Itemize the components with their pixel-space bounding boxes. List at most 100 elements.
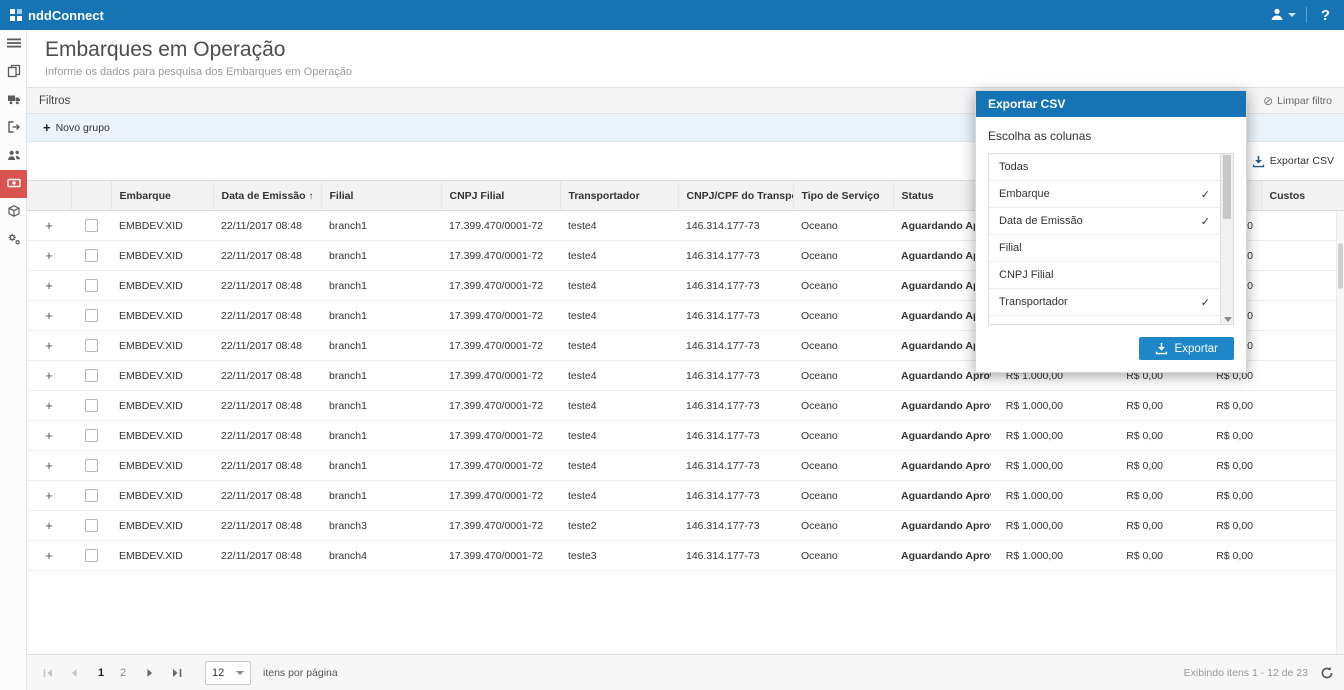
column-header[interactable]: CNPJ/CPF do Transportador — [678, 181, 793, 211]
table-cell: 146.314.177-73 — [678, 481, 793, 511]
modal-column-option[interactable]: CNPJ Filial — [989, 262, 1220, 289]
column-header[interactable]: Custos — [1261, 181, 1344, 211]
row-checkbox[interactable] — [85, 279, 98, 292]
last-page-button[interactable] — [165, 662, 187, 684]
page-size-select[interactable]: 12 — [205, 661, 251, 685]
row-expand-icon[interactable]: + — [45, 368, 53, 383]
table-cell: Oceano — [793, 451, 893, 481]
column-header[interactable]: CNPJ Filial — [441, 181, 560, 211]
vertical-scrollbar[interactable] — [1336, 211, 1344, 654]
row-expand-icon[interactable]: + — [45, 248, 53, 263]
column-header[interactable]: Embarque — [111, 181, 213, 211]
table-cell — [1261, 211, 1344, 241]
export-csv-button[interactable]: Exportar CSV — [1252, 155, 1334, 168]
modal-column-option[interactable]: Data de Emissão✓ — [989, 208, 1220, 235]
table-cell: Oceano — [793, 391, 893, 421]
table-cell: 17.399.470/0001-72 — [441, 271, 560, 301]
sidebar-item-users[interactable] — [0, 142, 27, 170]
sidebar-item-truck[interactable] — [0, 86, 27, 114]
row-checkbox[interactable] — [85, 219, 98, 232]
export-button[interactable]: Exportar — [1139, 337, 1234, 360]
table-row[interactable]: +EMBDEV.XID22/11/2017 08:48branch317.399… — [27, 511, 1344, 541]
sidebar — [0, 30, 27, 690]
row-expand-icon[interactable]: + — [45, 488, 53, 503]
row-checkbox[interactable] — [85, 309, 98, 322]
modal-scrollbar-thumb[interactable] — [1223, 155, 1231, 219]
table-cell: 22/11/2017 08:48 — [213, 361, 321, 391]
page-number[interactable]: 2 — [113, 662, 133, 684]
truck-icon — [7, 92, 21, 109]
row-expand-icon[interactable]: + — [45, 278, 53, 293]
help-button[interactable]: ? — [1317, 7, 1334, 24]
sidebar-item-settings[interactable] — [0, 226, 27, 254]
row-checkbox[interactable] — [85, 459, 98, 472]
option-label: Data de Emissão — [999, 215, 1083, 227]
clear-filter-button[interactable]: ⊘ Limpar filtro — [1263, 94, 1332, 108]
modal-column-option[interactable]: CNPJ/CPF do Transportador✓ — [989, 316, 1220, 325]
user-menu-button[interactable] — [1270, 7, 1296, 24]
table-cell: EMBDEV.XID — [111, 331, 213, 361]
modal-column-option[interactable]: Transportador✓ — [989, 289, 1220, 316]
option-label: CNPJ Filial — [999, 269, 1053, 281]
next-page-button[interactable] — [139, 662, 161, 684]
scrollbar-thumb[interactable] — [1338, 243, 1343, 289]
table-cell: R$ 0,00 — [1171, 481, 1261, 511]
table-row[interactable]: +EMBDEV.XID22/11/2017 08:48branch117.399… — [27, 451, 1344, 481]
row-checkbox[interactable] — [85, 489, 98, 502]
first-page-button[interactable] — [37, 662, 59, 684]
sidebar-item-billing[interactable] — [0, 170, 27, 198]
table-cell: 22/11/2017 08:48 — [213, 511, 321, 541]
export-csv-label: Exportar CSV — [1270, 155, 1334, 167]
row-checkbox[interactable] — [85, 339, 98, 352]
table-cell: 17.399.470/0001-72 — [441, 331, 560, 361]
modal-column-option[interactable]: Todas — [989, 154, 1220, 181]
table-cell: Oceano — [793, 211, 893, 241]
table-cell: Aguardando Aprovação — [893, 481, 991, 511]
row-checkbox[interactable] — [85, 399, 98, 412]
row-checkbox[interactable] — [85, 249, 98, 262]
table-cell: teste4 — [560, 331, 678, 361]
row-expand-icon[interactable]: + — [45, 398, 53, 413]
table-cell: Aguardando Aprovação — [893, 451, 991, 481]
table-cell: R$ 0,00 — [1071, 391, 1171, 421]
refresh-button[interactable] — [1320, 666, 1334, 680]
column-header[interactable]: Transportador — [560, 181, 678, 211]
previous-page-button[interactable] — [63, 662, 85, 684]
sidebar-item-package[interactable] — [0, 198, 27, 226]
row-expand-icon[interactable]: + — [45, 458, 53, 473]
table-cell: branch1 — [321, 331, 441, 361]
scroll-down-icon[interactable] — [1224, 317, 1232, 322]
table-cell: Oceano — [793, 541, 893, 571]
sidebar-item-documents[interactable] — [0, 58, 27, 86]
table-cell: teste4 — [560, 481, 678, 511]
row-expand-icon[interactable]: + — [45, 308, 53, 323]
row-checkbox[interactable] — [85, 519, 98, 532]
row-expand-icon[interactable]: + — [45, 218, 53, 233]
sidebar-item-menu[interactable] — [0, 30, 27, 58]
page-number[interactable]: 1 — [91, 662, 111, 684]
row-expand-icon[interactable]: + — [45, 548, 53, 563]
row-checkbox[interactable] — [85, 369, 98, 382]
row-checkbox[interactable] — [85, 429, 98, 442]
row-expand-icon[interactable]: + — [45, 428, 53, 443]
table-cell: 146.314.177-73 — [678, 361, 793, 391]
billing-icon — [7, 176, 21, 193]
modal-column-option[interactable]: Filial — [989, 235, 1220, 262]
row-expand-icon[interactable]: + — [45, 338, 53, 353]
table-cell — [1261, 421, 1344, 451]
table-row[interactable]: +EMBDEV.XID22/11/2017 08:48branch117.399… — [27, 481, 1344, 511]
table-row[interactable]: +EMBDEV.XID22/11/2017 08:48branch417.399… — [27, 541, 1344, 571]
table-cell: 22/11/2017 08:48 — [213, 541, 321, 571]
column-header[interactable]: Tipo de Serviço — [793, 181, 893, 211]
modal-scrollbar[interactable] — [1221, 153, 1234, 325]
sidebar-item-logout[interactable] — [0, 114, 27, 142]
table-row[interactable]: +EMBDEV.XID22/11/2017 08:48branch117.399… — [27, 421, 1344, 451]
column-header[interactable]: Filial — [321, 181, 441, 211]
package-icon — [7, 204, 21, 221]
modal-column-option[interactable]: Embarque✓ — [989, 181, 1220, 208]
row-checkbox[interactable] — [85, 549, 98, 562]
column-header[interactable]: Data de Emissão↑ — [213, 181, 321, 211]
row-expand-icon[interactable]: + — [45, 518, 53, 533]
app-logo[interactable]: nddConnect — [10, 8, 104, 23]
table-row[interactable]: +EMBDEV.XID22/11/2017 08:48branch117.399… — [27, 391, 1344, 421]
